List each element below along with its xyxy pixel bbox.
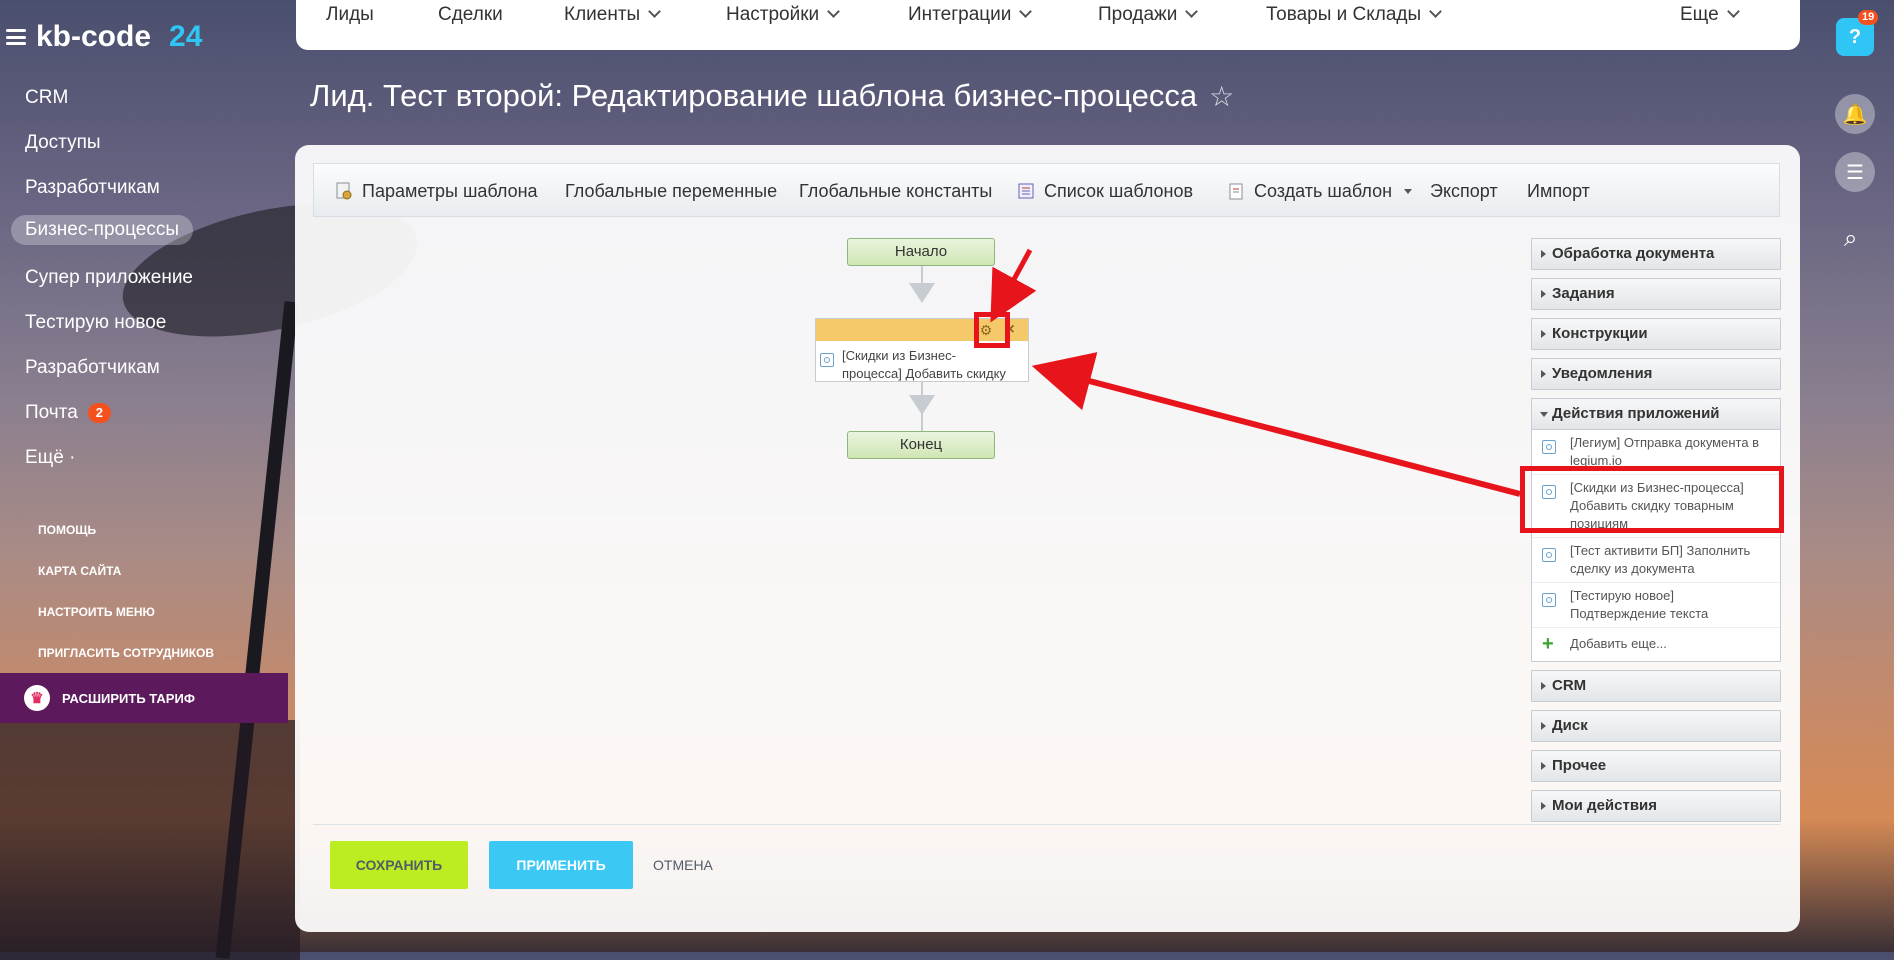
annotation-arrow-to-gear — [990, 248, 1037, 323]
annotation-arrows — [990, 248, 1521, 497]
annotation-arrow-to-activity — [1031, 352, 1521, 497]
